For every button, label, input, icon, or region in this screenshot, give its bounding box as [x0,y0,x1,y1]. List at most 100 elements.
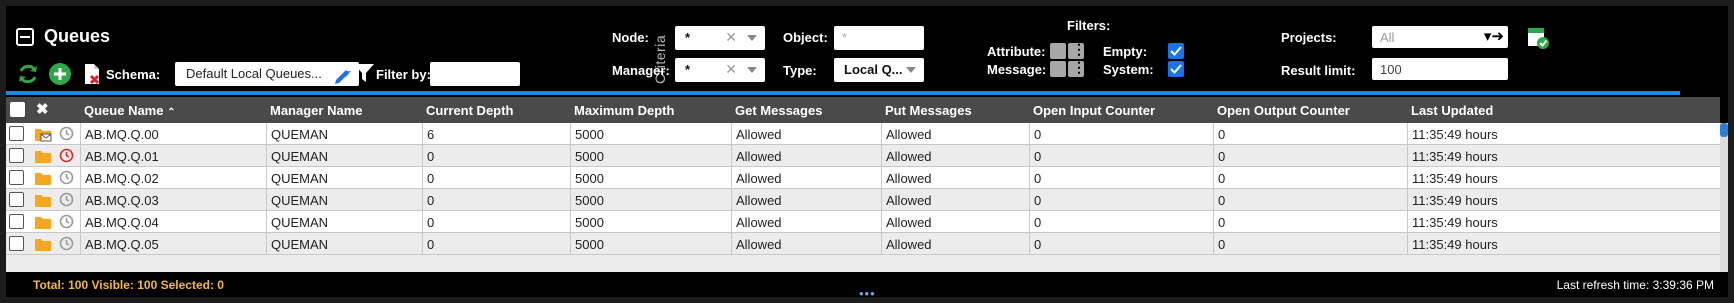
column-header-manager-name[interactable]: Manager Name [270,103,362,118]
table-row[interactable]: AB.MQ.Q.03 QUEMAN 0 5000 Allowed Allowed 0 0 11:… [6,189,1720,211]
table-cell: AB.MQ.Q.02 [80,167,266,188]
projects-label: Projects: [1281,30,1337,45]
table-row[interactable]: AB.MQ.Q.02 QUEMAN 0 5000 Allowed Allowed 0 0 11:… [6,167,1720,189]
type-value: Local Q... [844,62,903,77]
table-cell: 0 [422,167,570,188]
result-limit-input[interactable]: 100 [1372,58,1508,80]
message-label: Message: [987,62,1047,77]
table-cell: 0 [1213,167,1407,188]
message-menu-icon[interactable] [1068,59,1086,77]
table-cell: 5000 [570,167,731,188]
manager-label: Manager: [612,63,670,78]
clock-icon [59,170,74,190]
table-cell: 5000 [570,123,731,144]
empty-checkbox[interactable] [1168,43,1184,59]
table-cell: 0 [1213,189,1407,210]
select-all-checkbox[interactable] [10,102,25,117]
resize-handle[interactable]: ••• [859,286,876,301]
edit-schema-icon[interactable] [328,62,350,91]
attribute-menu-icon[interactable] [1068,41,1086,59]
table-cell: QUEMAN [266,145,422,166]
queues-panel: Queues Schema: Default Local Queues... F… [6,6,1728,301]
empty-label: Empty: [1103,44,1148,59]
projects-select[interactable]: All ▾➜ [1372,26,1508,48]
table-cell: Allowed [731,145,881,166]
column-header-last-updated[interactable]: Last Updated [1411,103,1493,118]
table-cell: 11:35:49 hours [1407,211,1720,232]
table-cell: 0 [422,145,570,166]
scrollbar-thumb[interactable] [1720,123,1728,137]
folder-icon [34,148,52,169]
row-checkbox[interactable] [9,148,24,163]
grid-body: AB.MQ.Q.00 QUEMAN 6 5000 Allowed Allowed 0 0 11:… [6,123,1720,272]
result-limit-label: Result limit: [1281,63,1356,78]
object-input[interactable]: * [834,26,924,50]
table-cell: AB.MQ.Q.04 [80,211,266,232]
node-select[interactable]: * ✕ [675,26,765,50]
table-cell: Allowed [881,233,1029,254]
attribute-label: Attribute: [987,44,1046,59]
manager-select[interactable]: * ✕ [675,58,765,82]
table-cell: Allowed [731,211,881,232]
system-checkbox[interactable] [1168,61,1184,77]
column-header-queue-name[interactable]: Queue Name ⌃ [84,103,176,118]
chevron-down-icon [747,35,757,41]
table-cell: 5000 [570,145,731,166]
type-select[interactable]: Local Q... [834,58,924,82]
table-cell: AB.MQ.Q.00 [80,123,266,144]
schema-label: Schema: [106,67,161,82]
check-icon [1170,64,1182,74]
table-cell: AB.MQ.Q.01 [80,145,266,166]
table-row[interactable]: AB.MQ.Q.05 QUEMAN 0 5000 Allowed Allowed 0 0 11:… [6,233,1720,255]
clear-icon[interactable]: ✕ [725,29,737,46]
arrow-right-icon: ▾➜ [1483,28,1504,45]
filters-title: Filters: [1067,18,1111,33]
row-checkbox[interactable] [9,236,24,251]
table-row[interactable]: AB.MQ.Q.00 QUEMAN 6 5000 Allowed Allowed 0 0 11:… [6,123,1720,145]
node-value: * [685,30,691,45]
row-checkbox[interactable] [9,214,24,229]
column-header-maximum-depth[interactable]: Maximum Depth [574,103,674,118]
filter-by-input[interactable] [430,62,520,86]
add-icon[interactable] [48,62,72,86]
column-header-current-depth[interactable]: Current Depth [426,103,513,118]
table-cell: Allowed [881,167,1029,188]
table-row[interactable]: AB.MQ.Q.04 QUEMAN 0 5000 Allowed Allowed 0 0 11:… [6,211,1720,233]
message-checkbox[interactable] [1050,61,1066,77]
table-row[interactable]: AB.MQ.Q.01 QUEMAN 0 5000 Allowed Allowed 0 0 11:… [6,145,1720,167]
table-cell: 0 [422,233,570,254]
clear-icon[interactable]: ✕ [725,61,737,78]
schema-value: Default Local Queues... [186,66,322,81]
column-header-get-messages[interactable]: Get Messages [735,103,822,118]
table-cell: 0 [1029,145,1213,166]
system-label: System: [1103,62,1154,77]
status-summary: Total: 100 Visible: 100 Selected: 0 [33,278,224,292]
table-cell: Allowed [881,145,1029,166]
grid-header: ✖ Queue Name ⌃ Manager Name Current Dept… [6,97,1720,123]
table-cell: Allowed [731,233,881,254]
row-checkbox[interactable] [9,126,24,141]
row-checkbox[interactable] [9,192,24,207]
table-cell: 0 [1029,189,1213,210]
table-cell: 6 [422,123,570,144]
table-row[interactable] [6,255,1720,272]
object-label: Object: [783,30,828,45]
column-header-open-input-counter[interactable]: Open Input Counter [1033,103,1155,118]
table-cell: Allowed [881,123,1029,144]
refresh-icon[interactable] [16,62,40,86]
clear-selection-icon[interactable]: ✖ [36,100,49,118]
attribute-checkbox[interactable] [1050,43,1066,59]
delete-document-icon[interactable] [80,62,104,86]
row-checkbox[interactable] [9,170,24,185]
column-header-put-messages[interactable]: Put Messages [885,103,972,118]
collapse-button[interactable] [16,27,34,46]
filter-icon[interactable] [353,62,375,89]
table-cell: Allowed [731,189,881,210]
table-cell: 11:35:49 hours [1407,123,1720,144]
sort-ascending-icon: ⌃ [167,107,176,118]
export-icon[interactable] [1526,24,1550,55]
column-header-open-output-counter[interactable]: Open Output Counter [1217,103,1350,118]
vertical-scrollbar[interactable] [1720,123,1728,272]
table-cell: QUEMAN [266,233,422,254]
table-cell: QUEMAN [266,167,422,188]
